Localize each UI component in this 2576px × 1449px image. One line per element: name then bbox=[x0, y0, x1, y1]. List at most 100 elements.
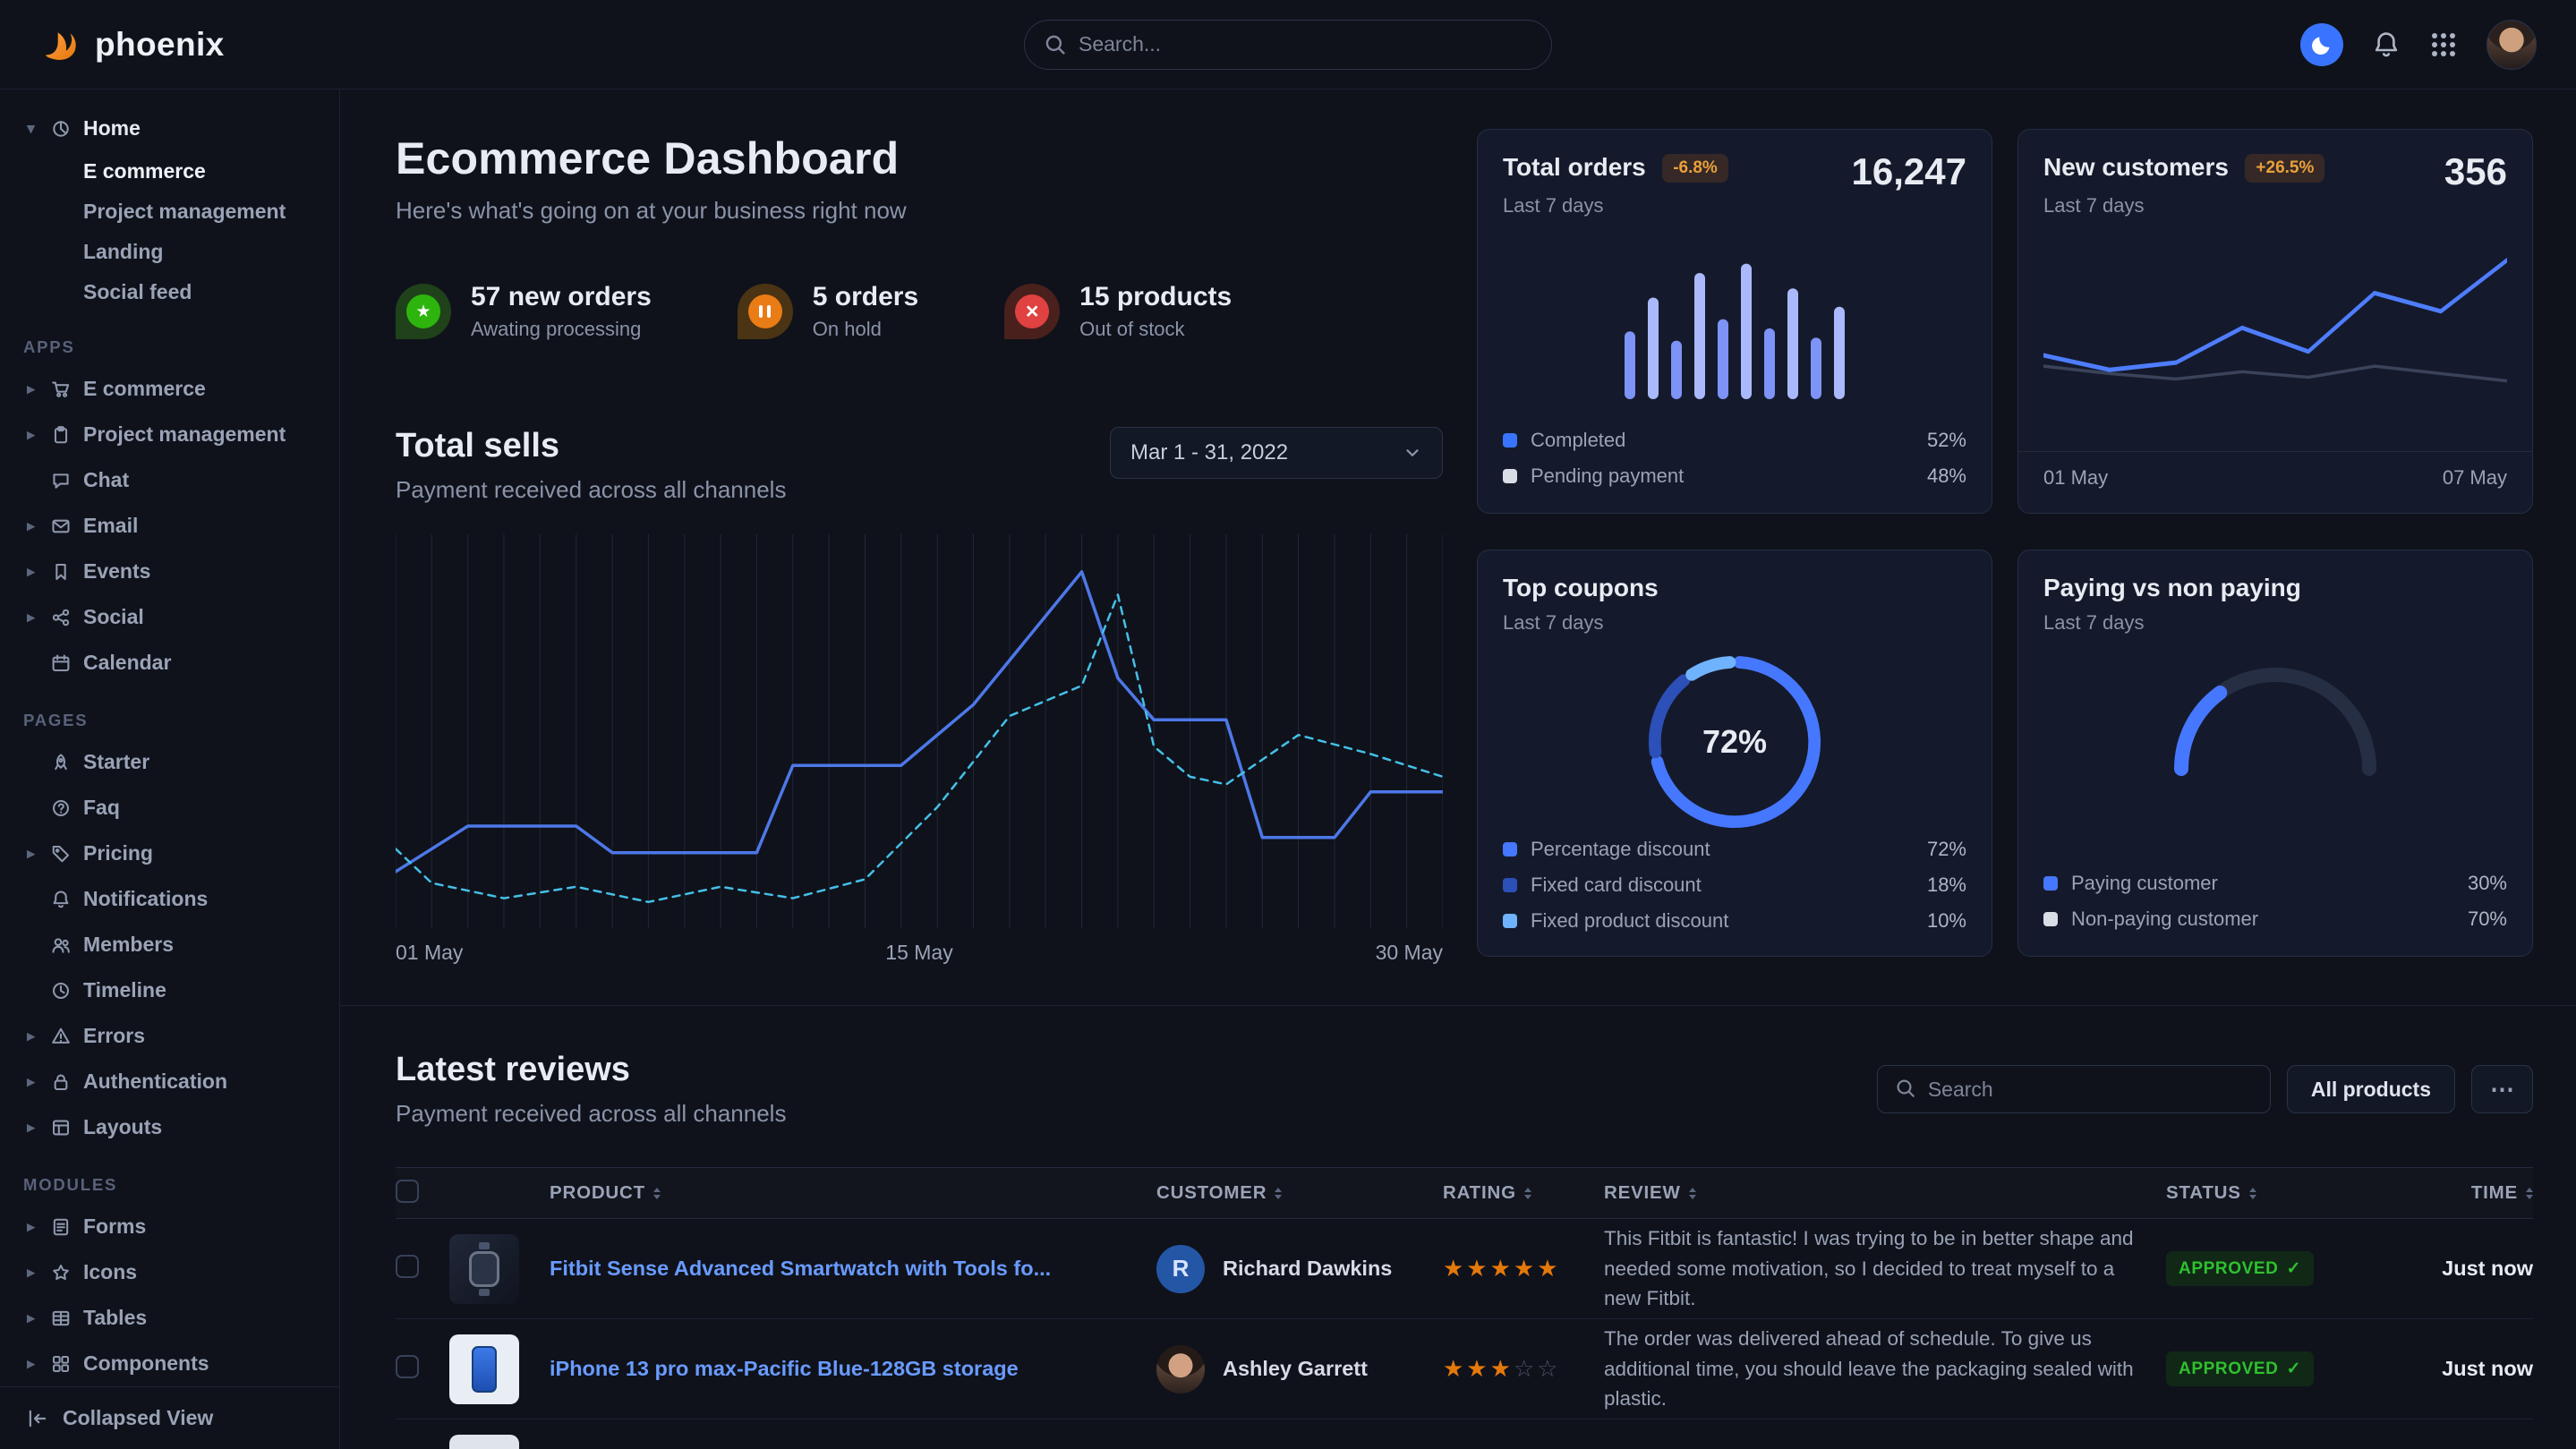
column-header-time[interactable]: TIME bbox=[2390, 1182, 2533, 1204]
total-sells-chart: 01 May 15 May 30 May bbox=[396, 534, 1443, 928]
sidebar-item-email[interactable]: ▸ Email bbox=[23, 503, 339, 549]
product-thumbnail[interactable] bbox=[449, 1234, 519, 1304]
sidebar-item-components[interactable]: ▸ Components bbox=[23, 1341, 339, 1386]
stat-value: 15 products bbox=[1079, 282, 1232, 312]
row-checkbox[interactable] bbox=[396, 1255, 419, 1278]
notifications-bell-icon[interactable] bbox=[2372, 30, 2401, 59]
status-badge: APPROVED✓ bbox=[2166, 1351, 2314, 1386]
sort-icon[interactable] bbox=[2526, 1188, 2533, 1199]
sidebar-item-faq[interactable]: Faq bbox=[23, 785, 339, 831]
sidebar-item-starter[interactable]: Starter bbox=[23, 739, 339, 785]
stat-value: 5 orders bbox=[813, 282, 918, 312]
column-header-status[interactable]: STATUS bbox=[2166, 1182, 2390, 1204]
sidebar-item-project-management[interactable]: Project management bbox=[23, 192, 339, 232]
sidebar-item-label: Layouts bbox=[83, 1115, 162, 1139]
sidebar-item-project-management[interactable]: ▸ Project management bbox=[23, 412, 339, 457]
sidebar-item-tables[interactable]: ▸ Tables bbox=[23, 1295, 339, 1341]
dark-mode-toggle[interactable] bbox=[2300, 23, 2343, 66]
column-header-product[interactable]: PRODUCT bbox=[550, 1182, 1156, 1204]
legend-label: Pending payment bbox=[1531, 465, 1684, 488]
sidebar-item-errors[interactable]: ▸ Errors bbox=[23, 1013, 339, 1059]
sort-icon[interactable] bbox=[1524, 1188, 1531, 1199]
total-sells-title: Total sells bbox=[396, 427, 786, 465]
top-navbar: phoenix bbox=[0, 0, 2576, 89]
user-avatar[interactable] bbox=[2486, 20, 2537, 70]
phone-image bbox=[472, 1346, 497, 1393]
sidebar-item-timeline[interactable]: Timeline bbox=[23, 967, 339, 1013]
sidebar: ▾ HomeE commerceProject managementLandin… bbox=[0, 89, 340, 1449]
more-options-button[interactable]: ⋯ bbox=[2471, 1065, 2533, 1113]
page-title: Ecommerce Dashboard bbox=[396, 132, 1443, 184]
sidebar-item-layouts[interactable]: ▸ Layouts bbox=[23, 1104, 339, 1150]
tag-icon bbox=[51, 844, 71, 864]
sort-icon[interactable] bbox=[1275, 1188, 1282, 1199]
date-range-select[interactable]: Mar 1 - 31, 2022 bbox=[1110, 427, 1443, 479]
sidebar-item-label: Events bbox=[83, 559, 150, 584]
row-checkbox[interactable] bbox=[396, 1355, 419, 1378]
sidebar-item-events[interactable]: ▸ Events bbox=[23, 549, 339, 594]
sidebar-item-landing[interactable]: Landing bbox=[23, 232, 339, 272]
legend-label: Non-paying customer bbox=[2071, 908, 2258, 931]
rating-stars: ★★★☆☆ bbox=[1443, 1355, 1604, 1383]
brand-logo[interactable]: phoenix bbox=[39, 24, 225, 65]
select-all-checkbox[interactable] bbox=[396, 1180, 419, 1203]
stat-out-of-stock: × 15 products Out of stock bbox=[1004, 282, 1232, 341]
coupons-donut-zone: 72% bbox=[1647, 654, 1822, 830]
sidebar-item-forms[interactable]: ▸ Forms bbox=[23, 1204, 339, 1249]
sidebar-item-label: Home bbox=[83, 116, 141, 141]
stat-caption: Out of stock bbox=[1079, 318, 1232, 341]
global-search[interactable] bbox=[1024, 20, 1552, 70]
caret-down-icon: ▾ bbox=[23, 120, 38, 138]
reviews-search-input[interactable] bbox=[1877, 1065, 2271, 1113]
sidebar-item-icons[interactable]: ▸ Icons bbox=[23, 1249, 339, 1295]
clock-icon bbox=[51, 981, 71, 1001]
collapse-icon bbox=[27, 1408, 48, 1429]
page-subtitle: Here's what's going on at your business … bbox=[396, 197, 1443, 225]
product-thumbnail[interactable] bbox=[449, 1334, 519, 1404]
card-title: New customers bbox=[2043, 153, 2229, 181]
sort-icon[interactable] bbox=[653, 1188, 661, 1199]
x-badge-icon: × bbox=[1004, 284, 1060, 339]
legend-label: Fixed product discount bbox=[1531, 909, 1728, 933]
sidebar-item-label: Icons bbox=[83, 1260, 137, 1284]
product-link[interactable]: Fitbit Sense Advanced Smartwatch with To… bbox=[550, 1257, 1156, 1281]
legend-label: Paying customer bbox=[2071, 872, 2218, 895]
column-header-rating[interactable]: RATING bbox=[1443, 1182, 1604, 1204]
x-tick: 01 May bbox=[2043, 466, 2108, 490]
card-title: Top coupons bbox=[1503, 574, 1659, 601]
sidebar-item-social[interactable]: ▸ Social bbox=[23, 594, 339, 640]
column-header-review[interactable]: REVIEW bbox=[1604, 1182, 2166, 1204]
legend-value: 30% bbox=[2468, 872, 2507, 895]
product-link[interactable]: iPhone 13 pro max-Pacific Blue-128GB sto… bbox=[550, 1357, 1156, 1381]
sidebar-item-social-feed[interactable]: Social feed bbox=[23, 272, 339, 312]
sidebar-item-notifications[interactable]: Notifications bbox=[23, 876, 339, 922]
sidebar-item-e-commerce[interactable]: E commerce bbox=[23, 151, 339, 192]
sidebar-item-label: Members bbox=[83, 933, 174, 957]
collapsed-view-toggle[interactable]: Collapsed View bbox=[0, 1386, 339, 1449]
sidebar-section-pages: PAGES bbox=[23, 711, 339, 730]
sidebar-item-home[interactable]: ▾ Home bbox=[23, 106, 339, 151]
card-title: Total orders bbox=[1503, 153, 1646, 181]
new-customers-line-chart bbox=[2043, 235, 2507, 439]
search-input[interactable] bbox=[1024, 20, 1552, 70]
total-sells-subtitle: Payment received across all channels bbox=[396, 476, 786, 504]
sidebar-item-label: Project management bbox=[83, 422, 286, 447]
card-period: Last 7 days bbox=[2043, 611, 2301, 635]
sidebar-item-e-commerce[interactable]: ▸ E commerce bbox=[23, 366, 339, 412]
legend-value: 70% bbox=[2468, 908, 2507, 931]
sidebar-item-calendar[interactable]: Calendar bbox=[23, 640, 339, 686]
legend-row-completed: Completed 52% bbox=[1503, 426, 1966, 454]
sidebar-item-chat[interactable]: Chat bbox=[23, 457, 339, 503]
phoenix-logo-icon bbox=[39, 24, 81, 65]
column-header-customer[interactable]: CUSTOMER bbox=[1156, 1182, 1443, 1204]
legend-swatch bbox=[2043, 876, 2058, 891]
sidebar-item-members[interactable]: Members bbox=[23, 922, 339, 967]
sidebar-item-pricing[interactable]: ▸ Pricing bbox=[23, 831, 339, 876]
sort-icon[interactable] bbox=[2249, 1188, 2256, 1199]
sidebar-item-authentication[interactable]: ▸ Authentication bbox=[23, 1059, 339, 1104]
apps-grid-icon[interactable] bbox=[2429, 30, 2458, 59]
sort-icon[interactable] bbox=[1689, 1188, 1696, 1199]
all-products-button[interactable]: All products bbox=[2287, 1065, 2455, 1113]
card-period: Last 7 days bbox=[2043, 194, 2324, 217]
reviews-search[interactable] bbox=[1877, 1065, 2271, 1113]
